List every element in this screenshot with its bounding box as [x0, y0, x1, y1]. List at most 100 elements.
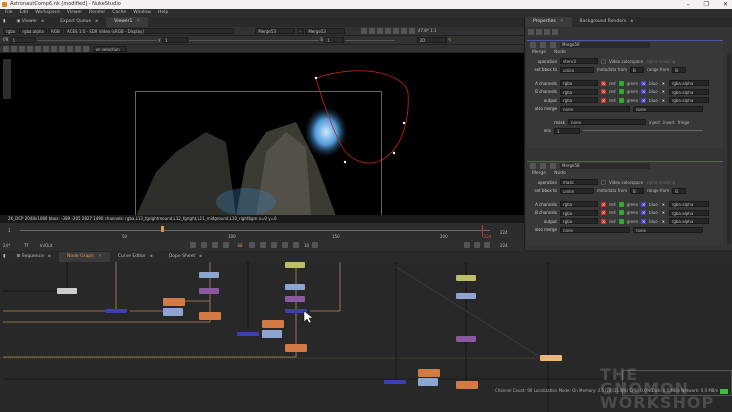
tab-curve-editor[interactable]: Curve Editor▪ [110, 252, 161, 262]
tab-properties[interactable]: Properties✕ [525, 17, 572, 27]
tab-merge[interactable]: Merge [532, 49, 546, 57]
gamma-slider[interactable] [189, 40, 319, 41]
out-frame[interactable]: 224 [500, 240, 508, 251]
input-b-select[interactable]: Merge53 [305, 28, 345, 34]
alpha-select[interactable]: rgba.alpha [669, 218, 709, 224]
lock-icon[interactable] [484, 242, 490, 248]
menu-edit[interactable]: Edit [20, 9, 29, 17]
play-backward-icon[interactable] [223, 242, 229, 248]
tf-select[interactable]: TF [24, 240, 29, 251]
clear-panels-icon[interactable] [544, 29, 550, 35]
alpha-checkbox[interactable]: ✕ [661, 219, 666, 224]
alpha-checkbox[interactable]: ✕ [661, 81, 666, 86]
gamma-field[interactable]: 1 [162, 37, 188, 43]
max-panels-icon[interactable] [528, 29, 534, 35]
bbox-select[interactable]: union [560, 67, 594, 73]
points-icon[interactable] [27, 46, 33, 52]
menu-workspace[interactable]: Workspace [35, 9, 60, 17]
edit-icon[interactable] [552, 29, 558, 35]
node-merge[interactable] [105, 309, 127, 313]
node-name-field[interactable]: Merge59 [560, 42, 650, 48]
node-grade[interactable] [163, 308, 183, 316]
gain-field[interactable]: 1 [10, 37, 36, 43]
alpha-checkbox[interactable]: ✕ [661, 210, 666, 215]
node-blur[interactable] [285, 344, 307, 352]
node-read[interactable] [456, 275, 476, 281]
node-colorcorrect[interactable] [456, 336, 476, 342]
alpha-checkbox[interactable]: ✕ [661, 202, 666, 207]
range-select[interactable]: In/Out [40, 240, 52, 251]
metadata-select[interactable]: B [630, 67, 644, 73]
tab-node[interactable]: Node [554, 170, 566, 178]
pane-menu-icon[interactable]: ▮ [0, 17, 8, 27]
node-read[interactable] [285, 262, 305, 268]
prev-keyframe-icon[interactable] [201, 242, 207, 248]
green-checkbox[interactable] [619, 219, 624, 224]
alpha-select[interactable]: rgba.alpha [669, 97, 709, 103]
video-colorspace-checkbox[interactable] [601, 59, 606, 64]
channels-select[interactable]: rgba [560, 218, 598, 224]
menu-help[interactable]: Help [158, 9, 168, 17]
blue-checkbox[interactable]: ✕ [641, 202, 646, 207]
also-merge-select[interactable]: none [560, 106, 630, 112]
transform-icon[interactable] [11, 46, 17, 52]
node-dot[interactable] [57, 288, 77, 294]
skip-back-icon[interactable] [293, 242, 299, 248]
rect-icon[interactable] [59, 46, 65, 52]
alpha-select[interactable]: rgba.alpha [669, 89, 709, 95]
node-merge[interactable] [237, 332, 259, 336]
tab-sequence[interactable]: ⊞ Sequence▪ [8, 252, 58, 262]
pixel-ratio[interactable]: 1:1 [430, 28, 436, 33]
red-checkbox[interactable]: ✕ [601, 202, 606, 207]
playhead[interactable] [161, 226, 164, 232]
alpha-select[interactable]: rgba.alpha [19, 28, 46, 34]
menu-viewer[interactable]: Viewer [67, 9, 82, 17]
channels-select[interactable]: RGB [48, 28, 63, 34]
bezier-icon[interactable] [35, 46, 41, 52]
skip-forward-icon[interactable] [312, 242, 318, 248]
inject-checkbox[interactable]: inject [649, 120, 660, 125]
tab-dope-sheet[interactable]: Dope Sheet▪ [161, 252, 210, 262]
node-name-field[interactable]: Merge58 [560, 163, 650, 169]
checker-icon[interactable] [377, 28, 383, 34]
center-node-icon[interactable] [540, 42, 546, 48]
step-back-icon[interactable] [212, 242, 218, 248]
metadata-select[interactable]: B [630, 188, 644, 194]
channels-select[interactable]: rgba [560, 80, 598, 86]
video-colorspace-checkbox[interactable] [601, 180, 606, 185]
menu-cache[interactable]: Cache [112, 9, 126, 17]
blue-checkbox[interactable]: ✕ [641, 89, 646, 94]
menu-file[interactable]: File [5, 9, 13, 17]
alpha-select[interactable]: rgba.alpha [669, 80, 709, 86]
gain-slider[interactable] [37, 40, 157, 41]
refresh-icon[interactable] [401, 28, 407, 34]
red-checkbox[interactable]: ✕ [601, 81, 606, 86]
tab-node-graph[interactable]: Node Graph✕ [59, 252, 110, 262]
green-checkbox[interactable] [619, 81, 624, 86]
green-checkbox[interactable] [619, 98, 624, 103]
ellipse-icon[interactable] [51, 46, 57, 52]
close-button[interactable]: ✕ [723, 0, 728, 9]
tab-viewer[interactable]: ◉ Viewer▪ [8, 17, 52, 27]
also-merge-select-2[interactable]: none [633, 106, 703, 112]
zoom-level[interactable]: 47.8* [418, 28, 429, 33]
alpha-select[interactable]: rgba.alpha [669, 201, 709, 207]
red-checkbox[interactable]: ✕ [601, 219, 606, 224]
roto-shape[interactable] [0, 53, 524, 215]
node-blur[interactable] [418, 369, 440, 377]
alpha-checkbox[interactable]: ✕ [661, 98, 666, 103]
remove-point-icon[interactable] [83, 46, 89, 52]
next-keyframe-icon[interactable] [271, 242, 277, 248]
range-select[interactable]: B [672, 188, 686, 194]
roi-select[interactable]: on selection [93, 46, 127, 52]
wipe-select[interactable]: - [297, 28, 304, 34]
red-checkbox[interactable]: ✕ [601, 98, 606, 103]
channels-select[interactable]: rgba [560, 201, 598, 207]
alpha-checkbox[interactable]: ✕ [661, 89, 666, 94]
viewer-canvas[interactable] [0, 53, 524, 215]
tab-viewer1[interactable]: Viewer1✕ [106, 17, 148, 27]
feather-icon[interactable] [67, 46, 73, 52]
compare-icon[interactable] [474, 242, 480, 248]
view-mode-select[interactable]: 2D [417, 37, 447, 43]
node-blur[interactable] [199, 312, 221, 320]
